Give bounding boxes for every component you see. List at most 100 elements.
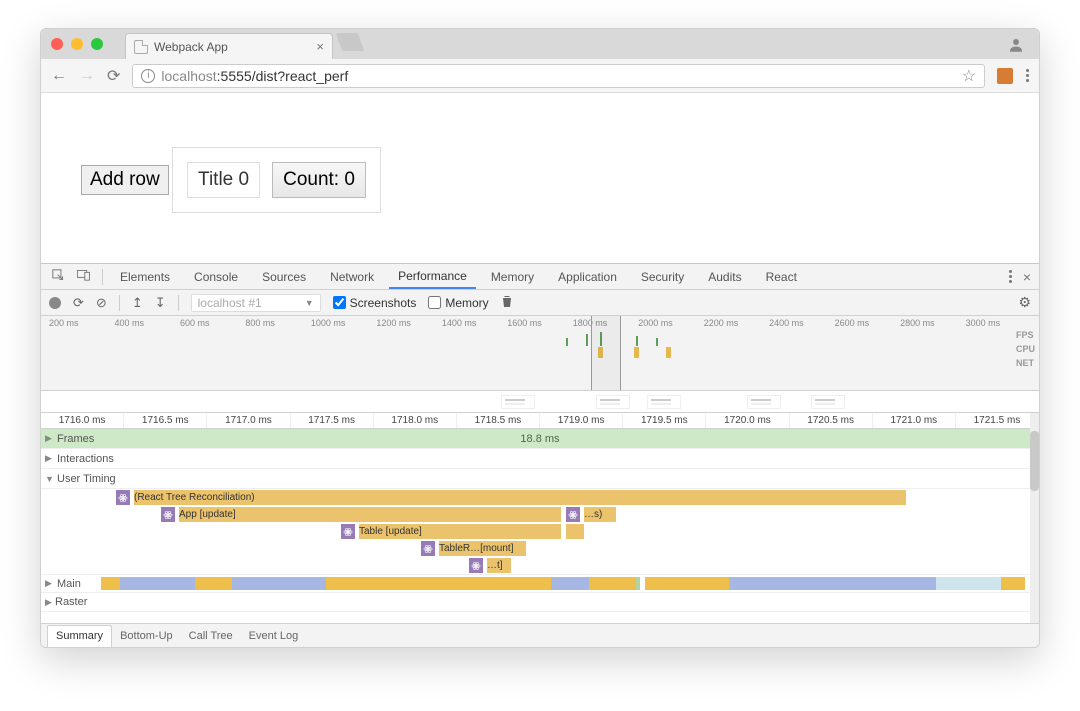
- lane-user-timing[interactable]: ▼ User Timing: [41, 469, 1039, 489]
- tab-react[interactable]: React: [757, 264, 806, 289]
- screenshot-strip[interactable]: [41, 391, 1039, 413]
- react-icon: [161, 507, 175, 522]
- tab-network[interactable]: Network: [321, 264, 383, 289]
- overview-pane[interactable]: 200 ms 400 ms 600 ms 800 ms 1000 ms 1200…: [41, 316, 1039, 391]
- main-thread-segments: [101, 577, 1039, 590]
- forward-button[interactable]: →: [79, 67, 95, 85]
- minimize-window-button[interactable]: [71, 38, 83, 50]
- expand-icon[interactable]: ▶: [45, 597, 55, 608]
- lane-interactions[interactable]: ▶ Interactions: [41, 449, 1039, 469]
- clear-button[interactable]: ⊘: [96, 295, 107, 311]
- tab-audits[interactable]: Audits: [699, 264, 750, 289]
- tab-performance[interactable]: Performance: [389, 264, 476, 289]
- overview-track-labels: FPS CPU NET: [1016, 330, 1035, 368]
- expand-icon[interactable]: ▶: [45, 433, 55, 444]
- timing-bar[interactable]: [566, 524, 584, 539]
- row-card: Title 0 Count: 0: [172, 147, 381, 213]
- timing-bar[interactable]: TableR…[mount]: [421, 541, 526, 556]
- expand-icon[interactable]: ▶: [45, 578, 55, 589]
- add-row-button[interactable]: Add row: [81, 165, 169, 195]
- close-window-button[interactable]: [51, 38, 63, 50]
- overview-activity: [566, 336, 706, 376]
- screenshot-thumb: [747, 395, 781, 409]
- tab-memory[interactable]: Memory: [482, 264, 543, 289]
- collapse-icon[interactable]: ▼: [45, 474, 55, 484]
- react-icon: [421, 541, 435, 556]
- timing-bar[interactable]: Table [update]: [341, 524, 561, 539]
- btab-calltree[interactable]: Call Tree: [181, 624, 241, 647]
- profile-dropdown[interactable]: localhost #1 ▼: [191, 294, 321, 312]
- screenshot-thumb: [596, 395, 630, 409]
- reload-button[interactable]: ⟳: [107, 66, 120, 86]
- window-controls: [51, 38, 103, 50]
- screenshot-thumb: [501, 395, 535, 409]
- devtools-menu-icon[interactable]: [1009, 270, 1013, 283]
- extension-icon[interactable]: [997, 68, 1013, 84]
- btab-summary[interactable]: Summary: [47, 625, 112, 648]
- settings-icon[interactable]: ⚙: [1018, 294, 1031, 311]
- chevron-down-icon: ▼: [305, 298, 314, 308]
- close-tab-button[interactable]: ×: [316, 39, 324, 54]
- device-toolbar-icon[interactable]: [74, 269, 94, 285]
- tab-security[interactable]: Security: [632, 264, 693, 289]
- save-profile-button[interactable]: ↧: [155, 295, 166, 311]
- btab-bottomup[interactable]: Bottom-Up: [112, 624, 181, 647]
- btab-eventlog[interactable]: Event Log: [241, 624, 307, 647]
- timing-bar[interactable]: …s): [566, 507, 616, 522]
- details-tabs: Summary Bottom-Up Call Tree Event Log: [41, 623, 1039, 647]
- tab-application[interactable]: Application: [549, 264, 626, 289]
- detail-ticks: 1716.0 ms 1716.5 ms 1717.0 ms 1717.5 ms …: [41, 413, 1039, 429]
- devtools: Elements Console Sources Network Perform…: [41, 263, 1039, 647]
- browser-menu-icon[interactable]: [1025, 69, 1029, 82]
- timing-bar[interactable]: App [update]: [161, 507, 561, 522]
- tab-sources[interactable]: Sources: [253, 264, 315, 289]
- react-icon: [469, 558, 483, 573]
- react-icon: [566, 507, 580, 522]
- expand-icon[interactable]: ▶: [45, 453, 55, 464]
- lane-main[interactable]: ▶ Main: [41, 574, 1039, 593]
- chrome-window: Webpack App × ← → ⟳ i localhost:5555/dis…: [40, 28, 1040, 648]
- new-tab-button[interactable]: [336, 33, 365, 51]
- timing-bar[interactable]: …t]: [469, 558, 511, 573]
- count-button[interactable]: Count: 0: [272, 162, 366, 198]
- inspect-icon[interactable]: [49, 269, 68, 285]
- user-timing-rows: (React Tree Reconciliation) App [update]…: [41, 489, 1039, 574]
- row-title: Title 0: [187, 162, 260, 198]
- lane-frames[interactable]: ▶ Frames 18.8 ms: [41, 429, 1039, 449]
- react-icon: [116, 490, 130, 505]
- collect-garbage-button[interactable]: [501, 295, 513, 311]
- url-text: localhost:5555/dist?react_perf: [161, 68, 348, 84]
- perf-toolbar: ⟳ ⊘ ↥ ↧ localhost #1 ▼ Screenshots Memor…: [41, 290, 1039, 316]
- omnibox[interactable]: i localhost:5555/dist?react_perf ☆: [132, 64, 985, 88]
- flamechart-area: 1716.0 ms 1716.5 ms 1717.0 ms 1717.5 ms …: [41, 413, 1039, 623]
- tab-elements[interactable]: Elements: [111, 264, 179, 289]
- screenshot-thumb: [647, 395, 681, 409]
- react-icon: [341, 524, 355, 539]
- screenshots-checkbox[interactable]: Screenshots: [333, 296, 417, 310]
- tab-title: Webpack App: [154, 40, 310, 54]
- site-info-icon[interactable]: i: [141, 69, 155, 83]
- tab-bar: Webpack App ×: [41, 29, 1039, 59]
- bookmark-icon[interactable]: ☆: [962, 66, 976, 86]
- frame-duration: 18.8 ms: [520, 433, 559, 445]
- back-button[interactable]: ←: [51, 67, 67, 85]
- browser-tab[interactable]: Webpack App ×: [125, 33, 333, 59]
- address-bar: ← → ⟳ i localhost:5555/dist?react_perf ☆: [41, 59, 1039, 93]
- reload-record-button[interactable]: ⟳: [73, 295, 84, 311]
- load-profile-button[interactable]: ↥: [132, 295, 143, 311]
- scrollbar[interactable]: [1030, 413, 1039, 623]
- profile-icon[interactable]: [1007, 36, 1025, 54]
- lanes: ▶ Frames 18.8 ms ▶ Interactions ▼ User T…: [41, 429, 1039, 612]
- record-button[interactable]: [49, 297, 61, 309]
- page-icon: [134, 40, 148, 54]
- close-devtools-button[interactable]: ×: [1023, 269, 1031, 285]
- maximize-window-button[interactable]: [91, 38, 103, 50]
- tab-console[interactable]: Console: [185, 264, 247, 289]
- lane-raster[interactable]: ▶ Raster: [41, 593, 1039, 612]
- page-content: Add row Title 0 Count: 0: [41, 93, 1039, 263]
- screenshot-thumb: [811, 395, 845, 409]
- memory-checkbox[interactable]: Memory: [428, 296, 488, 310]
- timing-bar[interactable]: (React Tree Reconciliation): [116, 490, 906, 505]
- overview-ticks: 200 ms 400 ms 600 ms 800 ms 1000 ms 1200…: [41, 316, 1039, 327]
- devtools-tabs: Elements Console Sources Network Perform…: [41, 264, 1039, 290]
